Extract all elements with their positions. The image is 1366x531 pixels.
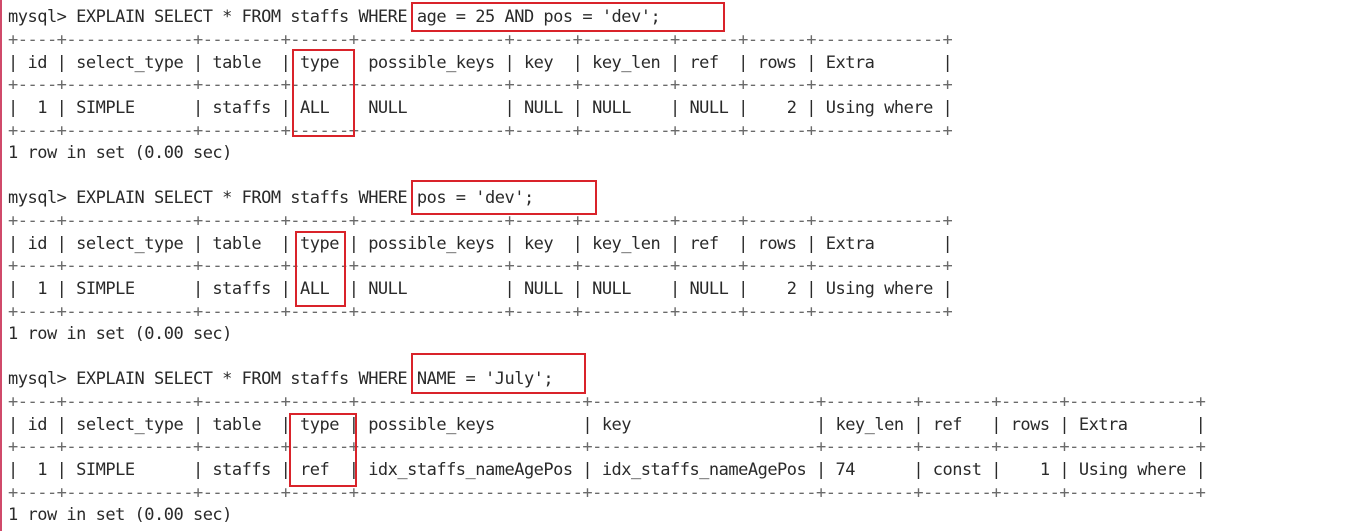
query-1-border-top: +----+-------------+--------+------+----… <box>8 30 953 50</box>
query-2-border-mid: +----+-------------+--------+------+----… <box>8 256 953 276</box>
query-1-where-highlight <box>411 2 725 32</box>
query-3-data-row: | 1 | SIMPLE | staffs | ref | idx_staffs… <box>8 460 1206 480</box>
query-3-border-top: +----+-------------+--------+------+----… <box>8 392 1206 412</box>
query-1-footer: 1 row in set (0.00 sec) <box>8 143 232 163</box>
query-1-border-bottom: +----+-------------+--------+------+----… <box>8 121 953 141</box>
query-1-border-mid: +----+-------------+--------+------+----… <box>8 75 953 95</box>
query-3-where-highlight <box>411 353 586 394</box>
query-2-header-row: | id | select_type | table | type | poss… <box>8 234 953 254</box>
query-1-header-row: | id | select_type | table | type | poss… <box>8 53 953 73</box>
terminal-left-rule <box>0 0 2 531</box>
query-3-border-bottom: +----+-------------+--------+------+----… <box>8 483 1206 503</box>
query-3-type-column-highlight <box>289 413 357 487</box>
query-2-border-bottom: +----+-------------+--------+------+----… <box>8 302 953 322</box>
query-3-border-mid: +----+-------------+--------+------+----… <box>8 437 1206 457</box>
query-3-footer: 1 row in set (0.00 sec) <box>8 505 232 525</box>
query-2-type-column-highlight <box>295 231 346 307</box>
query-1-type-column-highlight <box>292 49 355 137</box>
query-2-where-highlight <box>411 180 597 215</box>
query-2-footer: 1 row in set (0.00 sec) <box>8 324 232 344</box>
query-2-data-row: | 1 | SIMPLE | staffs | ALL | NULL | NUL… <box>8 279 953 299</box>
query-3-header-row: | id | select_type | table | type | poss… <box>8 415 1206 435</box>
query-1-data-row: | 1 | SIMPLE | staffs | ALL | NULL | NUL… <box>8 98 953 118</box>
